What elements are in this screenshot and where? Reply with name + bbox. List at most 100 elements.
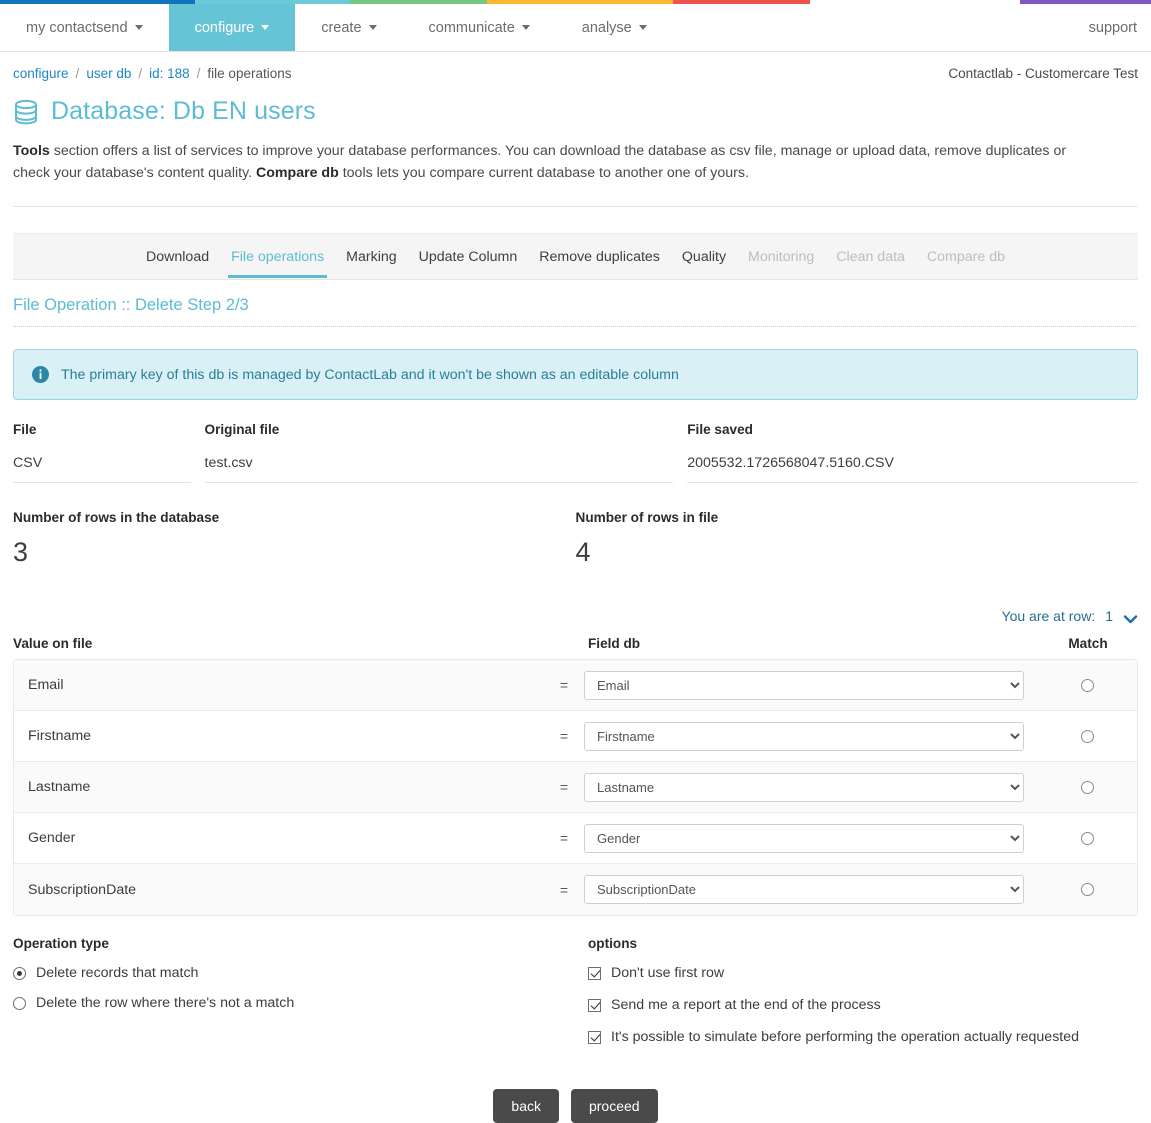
- tab-download[interactable]: Download: [135, 236, 220, 277]
- options-group: options Don't use first row Send me a re…: [588, 936, 1138, 1045]
- field-db-select[interactable]: Lastname: [584, 772, 1024, 802]
- field-db-select[interactable]: Email: [584, 670, 1024, 700]
- nav-label: analyse: [581, 19, 632, 36]
- tab-remove-duplicates[interactable]: Remove duplicates: [528, 236, 671, 277]
- checkbox-icon[interactable]: [588, 966, 601, 980]
- nav-item-support[interactable]: support: [1063, 4, 1151, 51]
- match-radio[interactable]: [1080, 729, 1094, 743]
- divider-below-intro: [13, 206, 1138, 207]
- tab-clean-data: Clean data: [836, 249, 905, 265]
- account-label: Contactlab - Customercare Test: [948, 66, 1138, 81]
- option-simulate[interactable]: It's possible to simulate before perform…: [588, 1029, 1138, 1045]
- operation-type-group: Operation type Delete records that match…: [13, 936, 588, 1045]
- chevron-down-icon: [638, 25, 647, 30]
- count-value: 3: [13, 537, 29, 567]
- file-meta-label: File: [13, 422, 37, 437]
- equals-sign: =: [559, 677, 569, 693]
- equals-sign: =: [559, 881, 569, 898]
- field-db-select[interactable]: Firstname: [584, 721, 1024, 751]
- breadcrumb-bar: configure / user db / id: 188 / file ope…: [0, 52, 1151, 81]
- footer-buttons: back proceed: [0, 1045, 1151, 1123]
- operation-options-row: Operation type Delete records that match…: [0, 916, 1151, 1045]
- match-cell: [1037, 831, 1137, 845]
- match-radio[interactable]: [1080, 678, 1094, 692]
- option-label: Delete records that match: [36, 965, 199, 981]
- row-value-on-file: SubscriptionDate: [28, 881, 137, 898]
- option-label: It's possible to simulate before perform…: [611, 1029, 1080, 1045]
- row-counts: Number of rows in the database 3 Number …: [0, 483, 1151, 568]
- field-db-cell: Gender: [584, 823, 1037, 853]
- operation-type-option-delete-match[interactable]: Delete records that match: [13, 965, 588, 981]
- nav-item-my-contactsend[interactable]: my contactsend: [0, 4, 169, 51]
- row-value-on-file: Email: [28, 677, 64, 693]
- nav-label: support: [1088, 19, 1137, 36]
- radio-icon[interactable]: [13, 996, 26, 1010]
- count-value: 4: [575, 537, 591, 567]
- match-cell: [1037, 883, 1137, 896]
- nav-item-communicate[interactable]: communicate: [403, 4, 556, 51]
- file-meta-value: test.csv: [204, 455, 253, 471]
- count-label: Number of rows in the database: [13, 510, 220, 525]
- chevron-down-icon: [368, 25, 377, 30]
- file-meta-value: CSV: [13, 455, 43, 471]
- mapping-table-header: Value on file Field db Match: [0, 624, 1151, 659]
- tab-update-column[interactable]: Update Column: [408, 236, 529, 277]
- tab-quality[interactable]: Quality: [671, 236, 737, 277]
- field-db-cell: Email: [584, 670, 1037, 700]
- file-meta-label: Original file: [204, 422, 280, 437]
- match-cell: [1037, 780, 1137, 794]
- option-dont-use-first-row[interactable]: Don't use first row: [588, 965, 1138, 981]
- dotted-divider: [13, 326, 1138, 327]
- breadcrumb-separator: /: [196, 66, 201, 81]
- breadcrumb-item-user-db[interactable]: user db: [86, 66, 131, 81]
- nav-label: configure: [194, 19, 255, 36]
- field-db-select[interactable]: SubscriptionDate: [584, 875, 1024, 904]
- page-title-row: Database: Db EN users: [0, 81, 1151, 126]
- match-radio[interactable]: [1080, 831, 1094, 845]
- breadcrumb-item-id[interactable]: id: 188: [149, 66, 190, 81]
- match-radio[interactable]: [1080, 780, 1094, 794]
- nav-label: create: [321, 19, 362, 36]
- header-match: Match: [1068, 636, 1108, 651]
- count-rows-in-database: Number of rows in the database 3: [13, 510, 576, 568]
- database-icon: [13, 98, 39, 126]
- nav-item-configure[interactable]: configure: [168, 4, 296, 51]
- nav-item-create[interactable]: create: [295, 4, 402, 51]
- row-selector[interactable]: You are at row: 1: [0, 568, 1151, 624]
- tab-file-operations[interactable]: File operations: [220, 236, 335, 278]
- breadcrumb-item-configure[interactable]: configure: [13, 66, 69, 81]
- equals-sign: =: [559, 830, 569, 846]
- count-rows-in-file: Number of rows in file 4: [576, 510, 1139, 568]
- nav-label: communicate: [428, 19, 515, 36]
- row-value-on-file: Lastname: [28, 779, 91, 795]
- table-row: Email = Email: [14, 660, 1137, 711]
- breadcrumb-separator: /: [75, 66, 80, 81]
- nav-item-analyse[interactable]: analyse: [556, 4, 673, 51]
- file-meta-value: 2005532.1726568047.5160.CSV: [687, 455, 894, 471]
- info-alert-message: The primary key of this db is managed by…: [61, 366, 679, 383]
- row-value-on-file: Gender: [28, 830, 76, 846]
- header-field-db: Field db: [588, 636, 641, 651]
- breadcrumb-item-current: file operations: [207, 66, 292, 81]
- info-circle-icon: [32, 366, 49, 383]
- info-alert: The primary key of this db is managed by…: [13, 349, 1138, 400]
- chevron-down-icon: [261, 25, 270, 30]
- file-meta-row: File CSV Original file test.csv File sav…: [0, 400, 1151, 483]
- match-cell: [1037, 729, 1137, 743]
- radio-icon[interactable]: [13, 966, 26, 980]
- option-label: Send me a report at the end of the proce…: [611, 997, 881, 1013]
- back-button[interactable]: back: [493, 1089, 559, 1123]
- tab-marking[interactable]: Marking: [335, 236, 407, 277]
- option-label: Delete the row where there's not a match: [36, 995, 295, 1011]
- chevron-down-icon: [134, 25, 143, 30]
- checkbox-icon[interactable]: [588, 1030, 601, 1044]
- checkbox-icon[interactable]: [588, 998, 601, 1012]
- chevron-down-icon[interactable]: [1123, 611, 1138, 624]
- match-radio[interactable]: [1080, 883, 1094, 896]
- proceed-button[interactable]: proceed: [570, 1089, 658, 1123]
- option-label: Don't use first row: [611, 965, 725, 981]
- option-send-report[interactable]: Send me a report at the end of the proce…: [588, 997, 1138, 1013]
- field-db-select[interactable]: Gender: [584, 823, 1024, 853]
- operation-type-option-delete-no-match[interactable]: Delete the row where there's not a match: [13, 995, 588, 1011]
